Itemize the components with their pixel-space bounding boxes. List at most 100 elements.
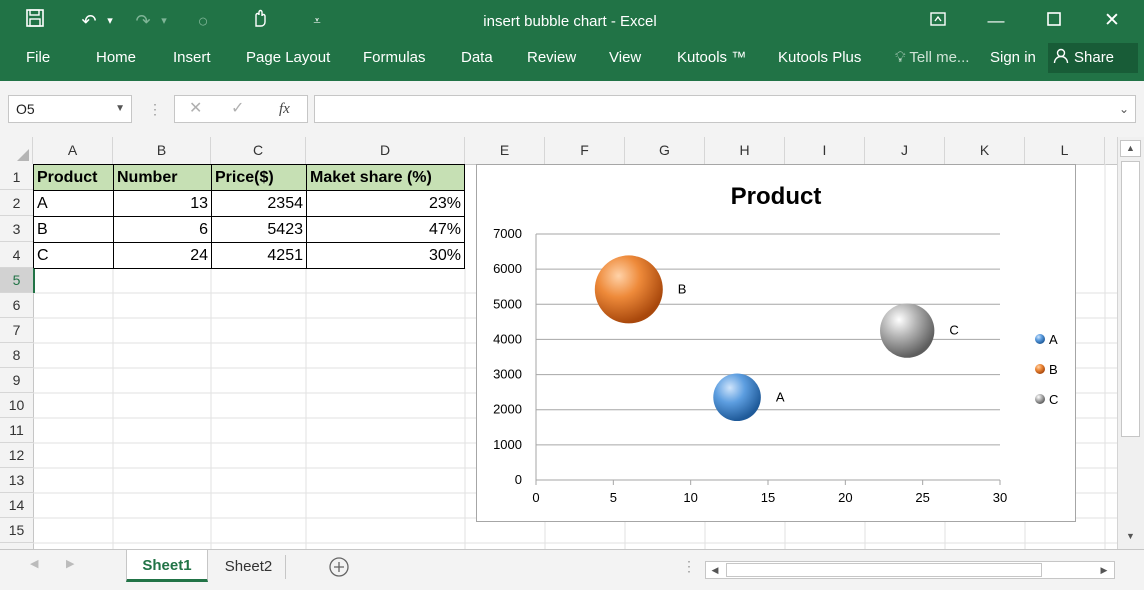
sign-in-link[interactable]: Sign in	[990, 43, 1036, 81]
tab-split-grip-icon[interactable]: ⋮	[682, 558, 696, 575]
column-header-b[interactable]: B	[113, 137, 211, 164]
cancel-icon[interactable]: ✕	[189, 96, 202, 122]
row-header-8[interactable]: 8	[0, 343, 33, 368]
legend-label[interactable]: A	[1049, 332, 1058, 347]
ribbon-display-icon[interactable]	[918, 8, 958, 34]
table-cell[interactable]: 5423	[212, 217, 307, 243]
tab-insert[interactable]: Insert	[173, 43, 211, 81]
bubble-b[interactable]	[594, 255, 663, 324]
column-header-j[interactable]: J	[865, 137, 945, 164]
row-header-9[interactable]: 9	[0, 368, 33, 393]
next-sheet-icon[interactable]: ▶	[66, 557, 74, 570]
table-cell[interactable]: 23%	[307, 191, 465, 217]
table-cell[interactable]: 6	[114, 217, 212, 243]
minimize-icon[interactable]: —	[976, 8, 1016, 34]
row-header-7[interactable]: 7	[0, 318, 33, 343]
scroll-up-icon[interactable]: ▲	[1120, 140, 1141, 157]
redo-icon[interactable]: ↷	[130, 8, 156, 34]
x-tick-label: 5	[610, 490, 617, 505]
sheet-tab-sheet2[interactable]: Sheet2	[212, 555, 286, 579]
table-header-number[interactable]: Number	[114, 165, 212, 191]
touch-mode-icon[interactable]	[246, 8, 274, 34]
row-header-2[interactable]: 2	[0, 190, 33, 216]
column-header-e[interactable]: E	[465, 137, 545, 164]
legend-marker-c	[1035, 394, 1045, 404]
row-header-5[interactable]: 5	[0, 268, 33, 293]
maximize-icon[interactable]	[1034, 8, 1074, 34]
table-header-market-share[interactable]: Maket share (%)	[307, 165, 465, 191]
bubble-chart[interactable]: Product 0 1000 2000 3000 4000 5000 6000 7000 0 5…	[476, 164, 1076, 522]
share-button[interactable]: Share	[1048, 43, 1138, 73]
column-header-a[interactable]: A	[33, 137, 113, 164]
row-header-10[interactable]: 10	[0, 393, 33, 418]
table-cell[interactable]: A	[34, 191, 114, 217]
bubble-a[interactable]	[713, 373, 761, 422]
tab-page-layout[interactable]: Page Layout	[246, 43, 330, 81]
scroll-left-icon[interactable]: ◀	[707, 562, 723, 578]
insert-function-icon[interactable]: fx	[279, 96, 290, 122]
redo-dropdown-icon[interactable]: ▾	[156, 8, 172, 34]
column-header-l[interactable]: L	[1025, 137, 1105, 164]
horizontal-scrollbar[interactable]: ◀ ▶	[705, 561, 1115, 579]
column-header-f[interactable]: F	[545, 137, 625, 164]
select-all-corner[interactable]	[0, 137, 33, 164]
tab-home[interactable]: Home	[96, 43, 136, 81]
column-header-k[interactable]: K	[945, 137, 1025, 164]
undo-icon[interactable]: ↶	[76, 8, 102, 34]
tab-review[interactable]: Review	[527, 43, 576, 81]
tab-formulas[interactable]: Formulas	[363, 43, 426, 81]
tell-me-box[interactable]: 💡︎ Tell me...	[895, 43, 969, 81]
sheet-tab-sheet1[interactable]: Sheet1	[126, 550, 208, 582]
enter-check-icon[interactable]: ✓	[231, 96, 244, 122]
column-header-g[interactable]: G	[625, 137, 705, 164]
row-header-4[interactable]: 4	[0, 242, 33, 268]
table-cell[interactable]: 2354	[212, 191, 307, 217]
column-header-c[interactable]: C	[211, 137, 306, 164]
circle-icon[interactable]: ○	[190, 8, 216, 34]
bubble-c[interactable]	[880, 303, 935, 358]
vertical-scrollbar[interactable]: ▲ ▼	[1117, 137, 1144, 549]
table-cell[interactable]: 30%	[307, 243, 465, 269]
table-header-product[interactable]: Product	[34, 165, 114, 191]
horizontal-scroll-thumb[interactable]	[726, 563, 1042, 577]
row-header-11[interactable]: 11	[0, 418, 33, 443]
add-sheet-icon[interactable]	[328, 556, 350, 578]
row-header-13[interactable]: 13	[0, 468, 33, 493]
table-cell[interactable]: B	[34, 217, 114, 243]
legend-label[interactable]: B	[1049, 362, 1058, 377]
tab-kutools[interactable]: Kutools ™	[677, 43, 746, 81]
name-box[interactable]: O5 ▼	[8, 95, 132, 123]
sheet-tabs-bar: ◀ ▶ Sheet1 Sheet2 ⋮ ◀ ▶	[0, 549, 1144, 590]
scroll-down-icon[interactable]: ▼	[1120, 529, 1141, 546]
expand-formula-icon[interactable]: ⌄	[1119, 96, 1129, 122]
table-cell[interactable]: 47%	[307, 217, 465, 243]
prev-sheet-icon[interactable]: ◀	[30, 557, 38, 570]
row-header-15[interactable]: 15	[0, 518, 33, 543]
undo-dropdown-icon[interactable]: ▾	[102, 8, 118, 34]
table-cell[interactable]: C	[34, 243, 114, 269]
row-header-3[interactable]: 3	[0, 216, 33, 242]
legend-label[interactable]: C	[1049, 392, 1058, 407]
formula-input[interactable]: ⌄	[314, 95, 1136, 123]
column-header-i[interactable]: I	[785, 137, 865, 164]
table-cell[interactable]: 13	[114, 191, 212, 217]
table-header-price[interactable]: Price($)	[212, 165, 307, 191]
row-header-1[interactable]: 1	[0, 164, 33, 190]
column-header-h[interactable]: H	[705, 137, 785, 164]
tab-data[interactable]: Data	[461, 43, 493, 81]
row-header-14[interactable]: 14	[0, 493, 33, 518]
chevron-down-icon[interactable]: ▼	[115, 96, 125, 122]
table-cell[interactable]: 4251	[212, 243, 307, 269]
row-header-6[interactable]: 6	[0, 293, 33, 318]
customize-qat-icon[interactable]: ⩡	[306, 8, 328, 34]
close-icon[interactable]: ✕	[1092, 8, 1132, 34]
table-cell[interactable]: 24	[114, 243, 212, 269]
tab-view[interactable]: View	[609, 43, 641, 81]
column-header-d[interactable]: D	[306, 137, 465, 164]
row-header-12[interactable]: 12	[0, 443, 33, 468]
scroll-right-icon[interactable]: ▶	[1096, 562, 1112, 578]
tab-file[interactable]: File	[26, 43, 50, 81]
save-icon[interactable]	[22, 8, 48, 34]
vertical-scroll-thumb[interactable]	[1121, 161, 1140, 437]
tab-kutools-plus[interactable]: Kutools Plus	[778, 43, 861, 81]
